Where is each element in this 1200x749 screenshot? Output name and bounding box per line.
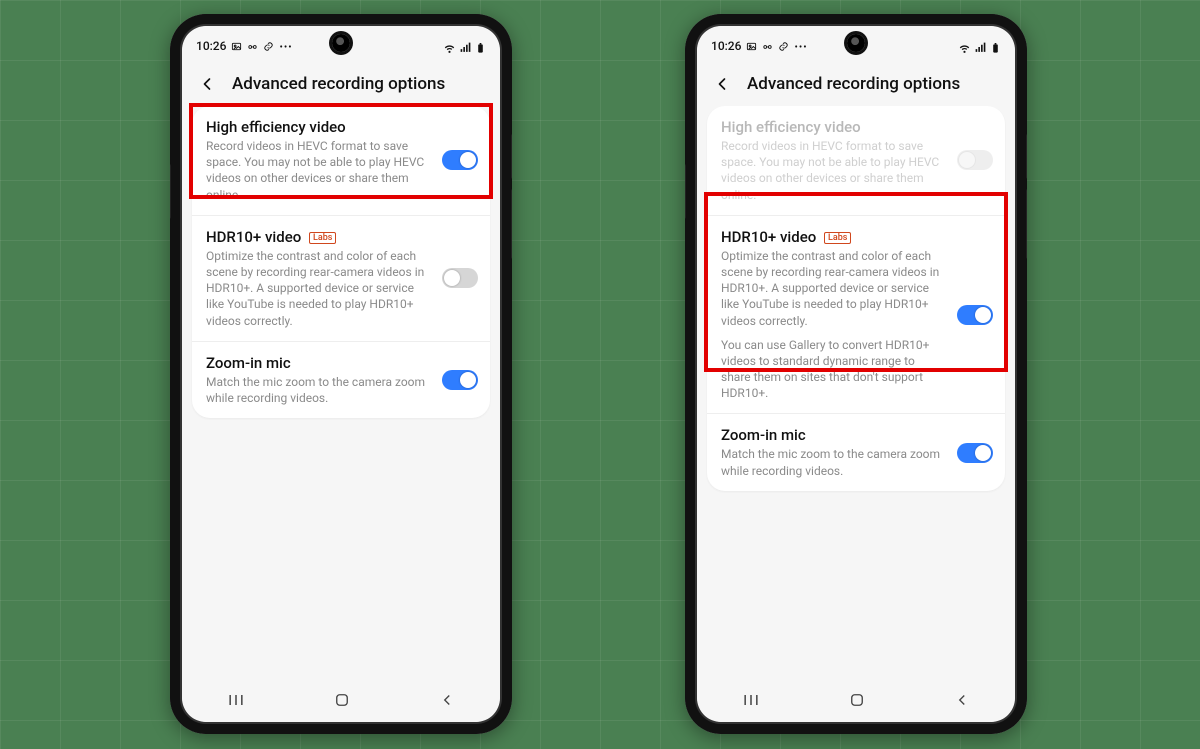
signal-icon [974,41,985,52]
settings-card: High efficiency video Record videos in H… [192,106,490,418]
nav-back-button[interactable] [953,691,971,713]
settings-card: High efficiency video Record videos in H… [707,106,1005,491]
setting-title: Zoom-in mic [206,354,430,372]
glasses-icon [762,41,773,52]
toggle-zoom-in-mic[interactable] [442,370,478,390]
setting-high-efficiency-video[interactable]: High efficiency video Record videos in H… [192,106,490,215]
android-nav-bar [182,688,500,716]
setting-description: Optimize the contrast and color of each … [721,248,945,329]
setting-hdr10-video[interactable]: HDR10+ video Labs Optimize the contrast … [192,215,490,341]
nav-back-button[interactable] [438,691,456,713]
nav-home-button[interactable] [333,691,351,713]
status-time: 10:26 [711,39,741,53]
glasses-icon [247,41,258,52]
page-header: Advanced recording options [182,60,500,106]
setting-description-2: You can use Gallery to convert HDR10+ vi… [721,337,945,402]
labs-badge: Labs [309,232,336,244]
toggle-hdr10-video[interactable] [957,305,993,325]
status-time: 10:26 [196,39,226,53]
back-button[interactable] [196,74,218,94]
battery-icon [475,41,486,52]
back-button[interactable] [711,74,733,94]
setting-description: Optimize the contrast and color of each … [206,248,430,329]
toggle-zoom-in-mic[interactable] [957,443,993,463]
setting-title: Zoom-in mic [721,426,945,444]
setting-description: Record videos in HEVC format to save spa… [721,138,945,203]
toggle-high-efficiency-video[interactable] [442,150,478,170]
phone-screen: 10:26 [182,26,500,722]
phone-screen: 10:26 [697,26,1015,722]
toggle-hdr10-video[interactable] [442,268,478,288]
setting-description: Record videos in HEVC format to save spa… [206,138,430,203]
setting-hdr10-video[interactable]: HDR10+ video Labs Optimize the contrast … [707,215,1005,414]
link-icon [263,41,274,52]
nav-recents-button[interactable] [226,690,246,714]
setting-title: High efficiency video [721,118,945,136]
chevron-left-icon [712,74,732,94]
setting-high-efficiency-video: High efficiency video Record videos in H… [707,106,1005,215]
front-camera [847,34,865,52]
page-title: Advanced recording options [747,74,960,94]
page-title: Advanced recording options [232,74,445,94]
labs-badge: Labs [824,232,851,244]
wifi-icon [443,41,454,52]
setting-description: Match the mic zoom to the camera zoom wh… [206,374,430,406]
link-icon [778,41,789,52]
setting-title: HDR10+ video Labs [721,228,945,246]
image-icon [231,41,242,52]
battery-icon [990,41,1001,52]
setting-zoom-in-mic[interactable]: Zoom-in mic Match the mic zoom to the ca… [707,413,1005,490]
more-indicator-icon [279,39,292,53]
phone-mockup-left: 10:26 [170,14,512,734]
nav-recents-button[interactable] [741,690,761,714]
nav-home-button[interactable] [848,691,866,713]
setting-title: HDR10+ video Labs [206,228,430,246]
setting-description: Match the mic zoom to the camera zoom wh… [721,446,945,478]
signal-icon [459,41,470,52]
more-indicator-icon [794,39,807,53]
android-nav-bar [697,688,1015,716]
phone-mockup-right: 10:26 [685,14,1027,734]
page-header: Advanced recording options [697,60,1015,106]
side-hardware-button [1026,134,1027,179]
side-hardware-button [685,164,686,219]
setting-zoom-in-mic[interactable]: Zoom-in mic Match the mic zoom to the ca… [192,341,490,418]
setting-title: High efficiency video [206,118,430,136]
side-hardware-button [170,164,171,219]
toggle-high-efficiency-video [957,150,993,170]
chevron-left-icon [197,74,217,94]
side-hardware-button [1026,189,1027,259]
side-hardware-button [511,189,512,259]
image-icon [746,41,757,52]
side-hardware-button [511,134,512,179]
wifi-icon [958,41,969,52]
front-camera [332,34,350,52]
